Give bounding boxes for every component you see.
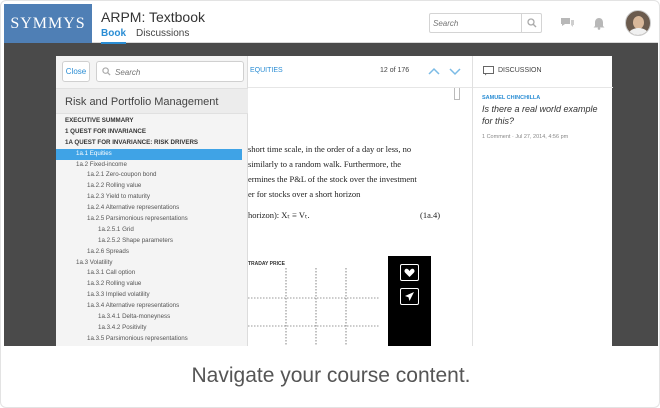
- header-search-button[interactable]: [521, 14, 541, 32]
- toc-item-active[interactable]: 1a.1 Equities: [56, 148, 242, 160]
- discussion-header: DISCUSSION: [473, 56, 613, 88]
- toc-search[interactable]: [96, 61, 244, 82]
- comment-icon: [483, 66, 494, 76]
- toc-item[interactable]: 1a.3.1 Call option: [56, 268, 248, 279]
- screenshot-frame: SYMMYS ARPM: Textbook Book Discussions S…: [0, 0, 660, 408]
- header-search-input[interactable]: [433, 16, 518, 30]
- table-of-contents: Close Risk and Portfolio Management EXEC…: [56, 56, 248, 346]
- bookmark-icon[interactable]: [454, 88, 460, 100]
- book-title: Risk and Portfolio Management: [56, 88, 248, 114]
- text-line: er for stocks over a short horizon: [248, 189, 361, 199]
- book-reader: EQUITIES 12 of 176 short time scale, in …: [248, 56, 472, 346]
- share-actions: [388, 256, 431, 346]
- chevron-down-icon[interactable]: [448, 65, 462, 77]
- toc-item[interactable]: EXECUTIVE SUMMARY: [56, 116, 248, 127]
- toc-item[interactable]: 1a.2.5 Parsimonious representations: [56, 214, 248, 225]
- search-icon: [102, 67, 111, 76]
- price-chart-grid: [248, 268, 380, 346]
- equation: horizon): Xₜ ≡ Vₜ.: [248, 210, 310, 220]
- toc-item[interactable]: 1a.3.4.2 Positivity: [56, 323, 248, 334]
- chart-label: TRADAY PRICE: [248, 261, 285, 267]
- send-icon: [405, 292, 414, 301]
- chapter-link[interactable]: EQUITIES: [250, 67, 283, 74]
- toc-item[interactable]: 1a.2.6 Spreads: [56, 247, 248, 258]
- discussion-header-label: DISCUSSION: [498, 67, 542, 74]
- comment-meta: 1 Comment · Jul 27, 2014, 4:56 pm: [482, 134, 569, 140]
- comment-author[interactable]: SAMUEL CHINCHILLA: [482, 95, 540, 101]
- toc-item[interactable]: 1a.2.1 Zero-coupon bond: [56, 170, 248, 181]
- toc-item[interactable]: 1 QUEST FOR INVARIANCE: [56, 127, 248, 138]
- top-header: SYMMYS ARPM: Textbook Book Discussions: [4, 4, 658, 44]
- search-icon: [526, 18, 536, 28]
- toc-item[interactable]: 1a.2.2 Rolling value: [56, 181, 248, 192]
- app-screenshot: SYMMYS ARPM: Textbook Book Discussions S…: [4, 4, 658, 346]
- app-title: ARPM: Textbook: [101, 9, 206, 25]
- chevron-up-icon[interactable]: [427, 65, 441, 77]
- comment-question[interactable]: Is there a real world example for this?: [482, 103, 607, 127]
- main-content: Close Risk and Portfolio Management EXEC…: [56, 56, 613, 346]
- toc-item[interactable]: 1a.2 Fixed-income: [56, 160, 248, 171]
- close-button[interactable]: Close: [62, 61, 90, 82]
- toc-item[interactable]: 1A QUEST FOR INVARIANCE: RISK DRIVERS: [56, 138, 248, 149]
- send-button[interactable]: [400, 288, 419, 305]
- toc-item[interactable]: 1a.2.5.1 Grid: [56, 225, 248, 236]
- text-line: ermines the P&L of the stock over the in…: [248, 174, 417, 184]
- bell-icon[interactable]: [590, 14, 608, 32]
- toc-item[interactable]: 1a.2.5.2 Shape parameters: [56, 236, 248, 247]
- like-button[interactable]: [400, 264, 419, 281]
- reader-toolbar: EQUITIES 12 of 176: [248, 56, 472, 88]
- page-indicator: 12 of 176: [380, 67, 410, 74]
- tab-book[interactable]: Book: [101, 28, 126, 44]
- caption: Navigate your course content.: [191, 364, 471, 387]
- toc-item[interactable]: 1a.3.4.1 Delta-moneyness: [56, 312, 248, 323]
- toc-item[interactable]: 1a.3.3 Implied volatility: [56, 290, 248, 301]
- symmys-logo[interactable]: SYMMYS: [4, 4, 92, 43]
- toc-item[interactable]: 1a.3.2 Rolling value: [56, 279, 248, 290]
- toc-item[interactable]: 1a.2.3 Yield to maturity: [56, 192, 248, 203]
- header-search[interactable]: [429, 13, 542, 33]
- chat-icon[interactable]: [558, 14, 576, 32]
- toc-item[interactable]: 1a.2.4 Alternative representations: [56, 203, 248, 214]
- user-avatar[interactable]: [625, 10, 651, 36]
- tab-discussions[interactable]: Discussions: [136, 28, 189, 39]
- discussion-panel: DISCUSSION SAMUEL CHINCHILLA Is there a …: [472, 56, 613, 346]
- heart-icon: [404, 268, 415, 277]
- toc-item[interactable]: 1a.3 Volatility: [56, 258, 248, 269]
- toc-list: EXECUTIVE SUMMARY 1 QUEST FOR INVARIANCE 1…: [56, 116, 248, 345]
- toc-item[interactable]: 1a.3.4 Alternative representations: [56, 301, 248, 312]
- text-line: short time scale, in the order of a day …: [248, 144, 412, 154]
- text-line: similarly to a random walk. Furthermore,…: [248, 159, 401, 169]
- equation-number: (1a.4): [420, 210, 441, 220]
- toc-item[interactable]: 1a.3.5 Parsimonious representations: [56, 334, 248, 345]
- toc-search-input[interactable]: [115, 65, 235, 79]
